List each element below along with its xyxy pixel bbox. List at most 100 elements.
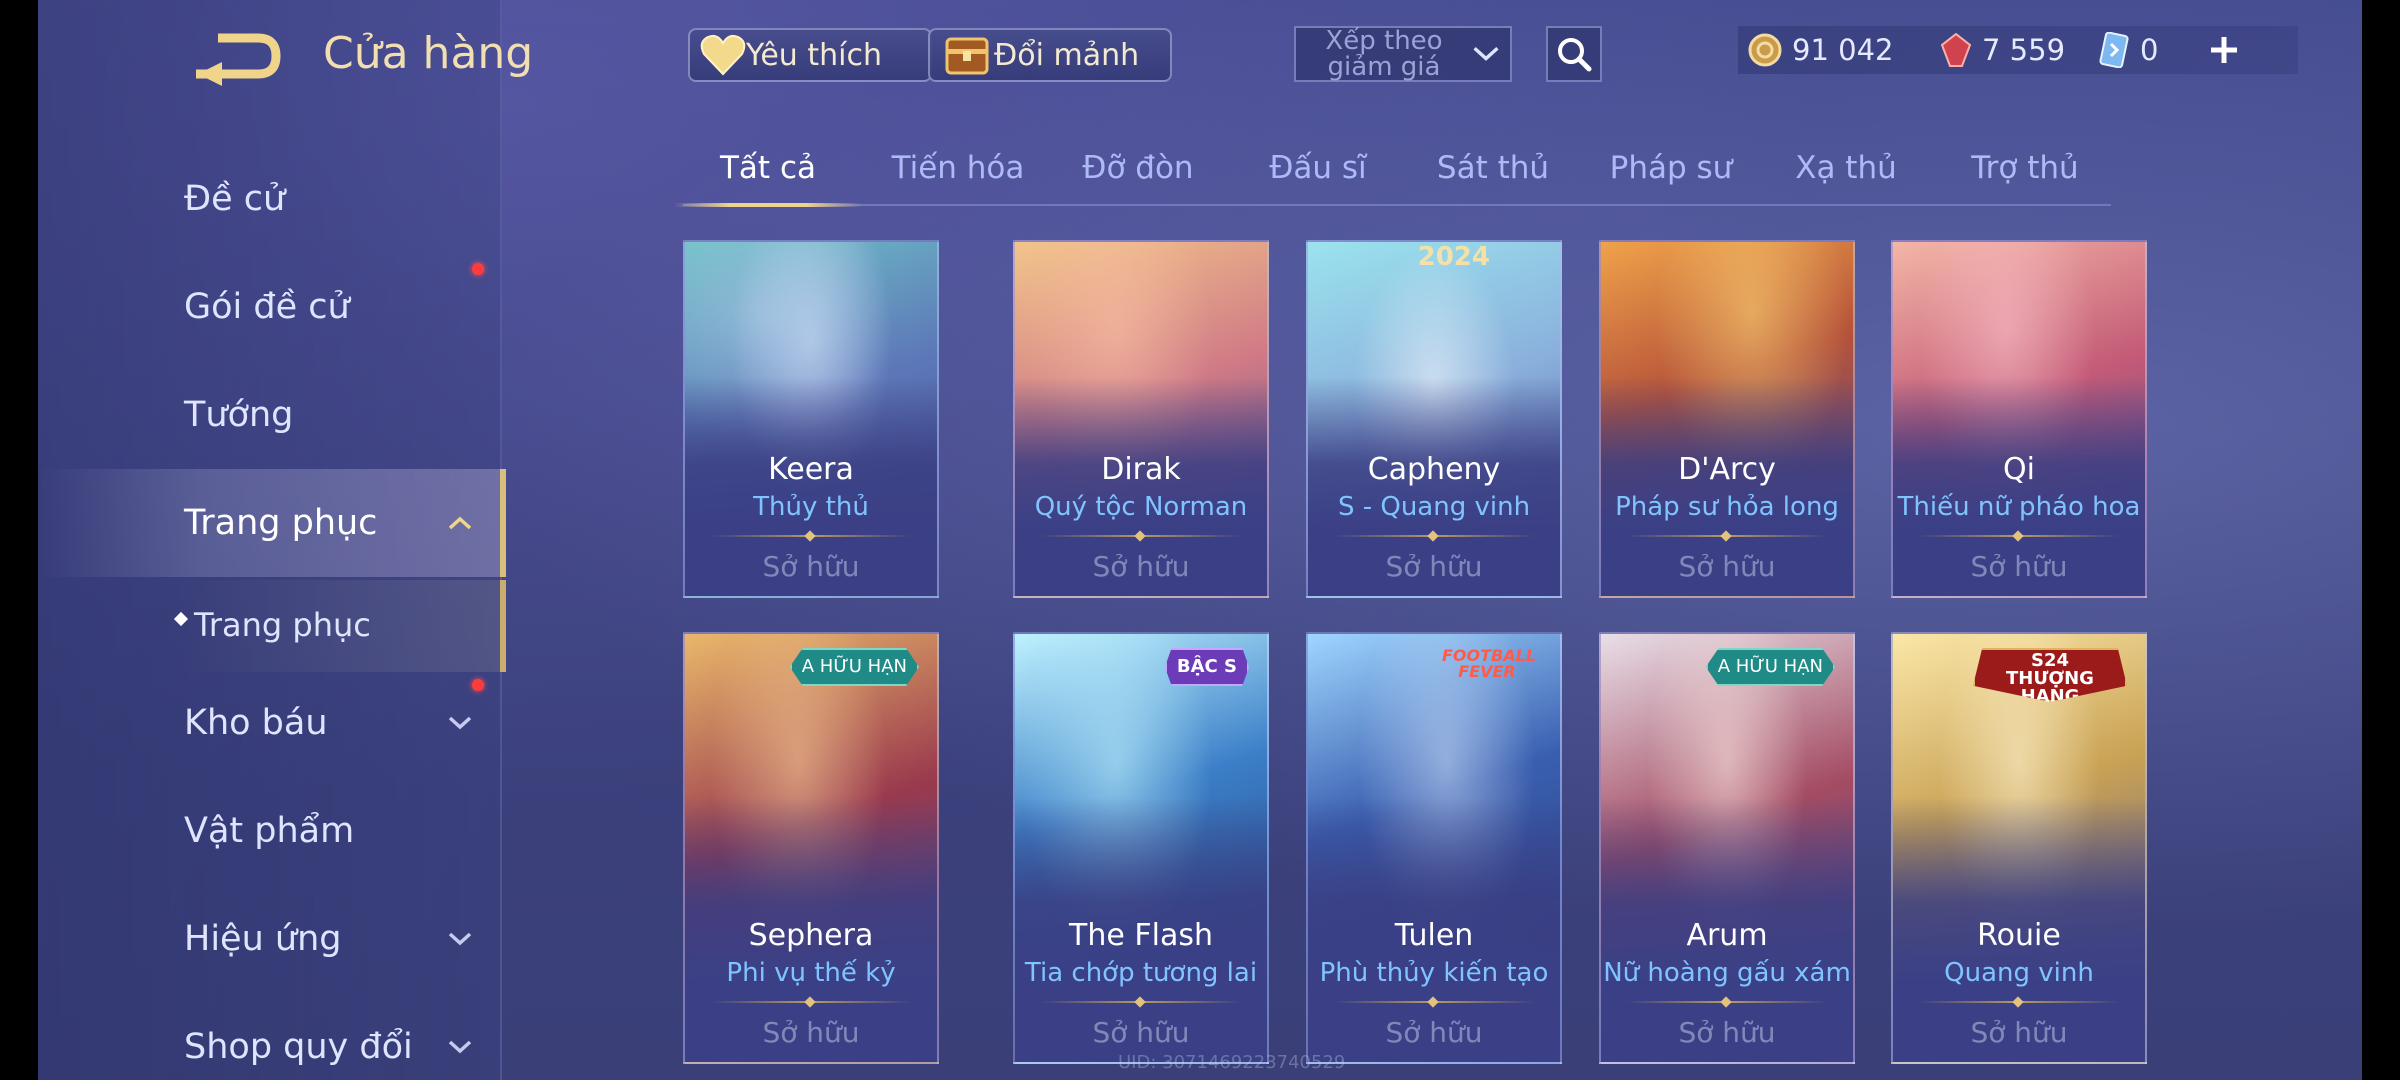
gem-value: 7 559 — [1982, 33, 2066, 67]
owned-status: Sở hữu — [762, 1016, 860, 1049]
owned-status: Sở hữu — [1678, 1016, 1776, 1049]
owned-status: Sở hữu — [1092, 1016, 1190, 1049]
heart-icon — [700, 34, 746, 76]
search-icon — [1558, 38, 1592, 72]
user-id-watermark: UID: 3071469223740529 — [1118, 1052, 1346, 1073]
search-button[interactable] — [1546, 26, 1602, 82]
owned-status: Sở hữu — [1970, 1016, 2068, 1049]
hero-name: Capheny — [1367, 452, 1501, 487]
gem-balance: 7 559 — [1940, 32, 2065, 68]
tab-support[interactable]: Trợ thủ — [1940, 140, 2110, 204]
sidebar-subitem-label: Trang phục — [194, 606, 371, 644]
hero-name: Sephera — [748, 918, 874, 953]
favorites-label: Yêu thích — [746, 37, 882, 73]
add-currency-button[interactable] — [2198, 26, 2250, 74]
owned-status: Sở hữu — [1092, 550, 1190, 583]
skin-card-capheny[interactable]: 2024 Capheny S - Quang vinh Sở hữu — [1306, 240, 1562, 598]
store-screen: Cửa hàng Đề cử Gói đề cử Tướng Trang phụ… — [38, 0, 2362, 1080]
tab-fighter[interactable]: Đấu sĩ — [1233, 140, 1403, 204]
owned-status: Sở hữu — [1385, 1016, 1483, 1049]
page-title: Cửa hàng — [323, 28, 534, 79]
skin-card-qi[interactable]: Qi Thiếu nữ pháo hoa Sở hữu — [1891, 240, 2147, 598]
skin-card-arum[interactable]: A HỮU HẠN Arum Nữ hoàng gấu xám Sở hữu — [1599, 632, 1855, 1064]
skin-name: Pháp sư hỏa long — [1615, 492, 1839, 522]
tab-marksman[interactable]: Xạ thủ — [1761, 140, 1931, 204]
sidebar-item-label: Tướng — [184, 395, 294, 435]
exchange-shards-label: Đổi mảnh — [994, 37, 1140, 73]
skin-card-darcy[interactable]: D'Arcy Pháp sư hỏa long Sở hữu — [1599, 240, 1855, 598]
notification-dot — [472, 263, 484, 275]
tab-all[interactable]: Tất cả — [673, 140, 863, 207]
sidebar-item-effects[interactable]: Hiệu ứng — [38, 885, 500, 993]
skin-name: Tia chớp tương lai — [1024, 958, 1258, 988]
tab-assassin[interactable]: Sát thủ — [1408, 140, 1578, 204]
category-tabs: Tất cả Tiến hóa Đỡ đòn Đấu sĩ Sát thủ Ph… — [673, 140, 2111, 207]
red-gem-icon — [1940, 33, 1972, 67]
owned-status: Sở hữu — [762, 550, 860, 583]
sidebar-item-skins[interactable]: Trang phục — [38, 469, 506, 577]
limited-a-badge: A HỮU HẠN — [789, 648, 919, 686]
right-letterbox — [2362, 0, 2400, 1080]
skin-card-the-flash[interactable]: BẬC S The Flash Tia chớp tương lai Sở hữ… — [1013, 632, 1269, 1064]
owned-status: Sở hữu — [1678, 550, 1776, 583]
hero-name: Tulen — [1394, 918, 1474, 953]
skin-name: Quang vinh — [1944, 958, 2094, 988]
skin-name: Phù thủy kiến tạo — [1319, 958, 1549, 988]
back-arrow-icon — [196, 33, 281, 86]
sort-dropdown[interactable]: Xếp theo giảm giá — [1294, 26, 1512, 82]
skin-card-sephera[interactable]: A HỮU HẠN Sephera Phi vụ thế kỷ Sở hữu — [683, 632, 939, 1064]
sidebar-item-label: Shop quy đổi — [184, 1027, 413, 1067]
gold-balance: 91 042 — [1748, 32, 1893, 68]
notification-dot — [472, 679, 484, 691]
skin-card-keera[interactable]: Keera Thủy thủ Sở hữu — [683, 240, 939, 598]
hero-name: Arum — [1686, 918, 1768, 953]
sidebar-item-label: Hiệu ứng — [184, 919, 342, 959]
sidebar: Cửa hàng Đề cử Gói đề cử Tướng Trang phụ… — [38, 0, 533, 1080]
tab-tank[interactable]: Đỡ đòn — [1053, 140, 1223, 204]
limited-a-badge: A HỮU HẠN — [1705, 648, 1835, 686]
hero-name: D'Arcy — [1678, 452, 1776, 487]
hero-name: Keera — [768, 452, 854, 487]
plus-icon — [2211, 37, 2237, 63]
year-badge: 2024 — [1417, 242, 1490, 272]
exchange-shards-button[interactable]: Đổi mảnh — [928, 28, 1172, 82]
owned-status: Sở hữu — [1385, 550, 1483, 583]
chevron-down-icon — [1473, 47, 1499, 61]
skin-name: Thủy thủ — [753, 492, 869, 522]
skin-name: S - Quang vinh — [1337, 492, 1531, 522]
sidebar-item-recommended[interactable]: Đề cử — [38, 145, 500, 253]
sidebar-subitem-skins[interactable]: Trang phục — [173, 580, 506, 672]
chevron-down-icon — [448, 716, 472, 730]
gold-coin-icon — [1748, 33, 1782, 67]
skin-card-dirak[interactable]: Dirak Quý tộc Norman Sở hữu — [1013, 240, 1269, 598]
sidebar-item-exchange-shop[interactable]: Shop quy đổi — [38, 993, 500, 1080]
tab-mage[interactable]: Pháp sư — [1586, 140, 1756, 204]
sidebar-item-label: Gói đề cử — [184, 287, 350, 327]
chevron-down-icon — [448, 1040, 472, 1054]
back-button[interactable] — [188, 30, 288, 86]
skin-card-rouie[interactable]: S24 THƯỢNG HẠNG Rouie Quang vinh Sở hữu — [1891, 632, 2147, 1064]
sort-dropdown-label: Xếp theo giảm giá — [1325, 26, 1443, 82]
skin-card-tulen[interactable]: FOOTBALL FEVER Tulen Phù thủy kiến tạo S… — [1306, 632, 1562, 1064]
skin-name: Quý tộc Norman — [1034, 492, 1248, 522]
left-letterbox — [0, 0, 38, 1080]
football-fever-badge: FOOTBALL FEVER — [1442, 646, 1537, 681]
sidebar-item-heroes[interactable]: Tướng — [38, 361, 500, 469]
favorites-button[interactable]: Yêu thích — [688, 28, 932, 82]
tier-s-badge: BẬC S — [1164, 648, 1249, 686]
voucher-balance: 0 — [2098, 32, 2158, 68]
sidebar-item-label: Đề cử — [184, 179, 286, 219]
chevron-down-icon — [448, 932, 472, 946]
shard-chest-icon — [945, 37, 989, 75]
voucher-icon — [2099, 32, 2129, 68]
tab-evolution[interactable]: Tiến hóa — [873, 140, 1043, 204]
sidebar-item-items[interactable]: Vật phẩm — [38, 777, 500, 885]
hero-name: Dirak — [1101, 452, 1181, 487]
sidebar-item-recommended-packs[interactable]: Gói đề cử — [38, 253, 500, 361]
voucher-value: 0 — [2140, 33, 2159, 67]
chevron-up-icon — [448, 516, 472, 530]
sidebar-item-treasure[interactable]: Kho báu — [38, 669, 500, 777]
sidebar-item-label: Trang phục — [184, 503, 378, 543]
diamond-bullet-icon — [173, 611, 189, 627]
skin-name: Phi vụ thế kỷ — [726, 958, 896, 988]
